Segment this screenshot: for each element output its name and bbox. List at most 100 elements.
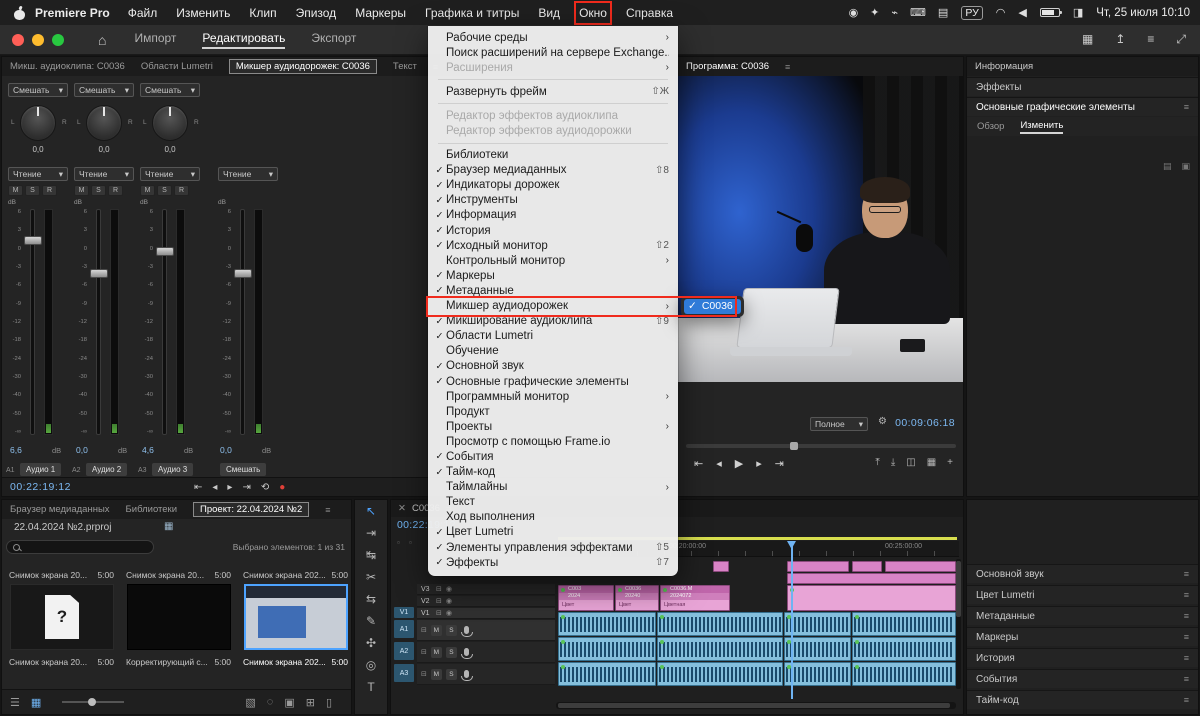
stacked-panel-tab[interactable]: История ≡	[967, 648, 1198, 667]
play-icon[interactable]: ▸	[227, 482, 232, 493]
thumbnail-zoom-slider[interactable]	[62, 698, 125, 706]
ripple-edit-tool-icon[interactable]: ↹	[355, 544, 387, 566]
menubar-item[interactable]: Маркеры	[355, 6, 406, 20]
window-menu-item[interactable]: Продукт	[428, 404, 678, 419]
mute-button[interactable]: M	[430, 624, 442, 636]
fader-handle[interactable]	[156, 247, 174, 256]
audio-track-header[interactable]: ⊟ M S	[417, 664, 555, 685]
video-clip[interactable]	[787, 585, 956, 611]
audio-clip[interactable]	[558, 612, 656, 636]
video-clip[interactable]: C003 2024 Цвет	[558, 585, 614, 611]
tab-info[interactable]: Информация	[975, 61, 1033, 72]
delete-icon[interactable]: ▯	[326, 696, 332, 709]
app-menu-title[interactable]: Premiere Pro	[35, 6, 110, 20]
close-icon[interactable]: ✕	[398, 503, 406, 514]
volume-icon[interactable]: ◀	[1018, 6, 1026, 19]
volume-fader[interactable]	[90, 209, 108, 435]
vertical-scrollbar[interactable]	[956, 559, 961, 689]
video-track-header[interactable]: V2 ⊟ ◉	[417, 596, 555, 607]
mute-button[interactable]: M	[430, 646, 442, 658]
zoom-window-button[interactable]	[52, 33, 64, 46]
audio-track-header[interactable]: ⊟ M S	[417, 642, 555, 663]
timeline-settings-icon[interactable]: ▫	[409, 538, 412, 547]
go-to-in-icon[interactable]: ⇤	[694, 457, 703, 470]
window-menu-item[interactable]: ✓ Основные графические элементы	[428, 374, 678, 389]
automation-mode-dropdown[interactable]: Чтение ▾	[218, 167, 278, 181]
menubar-item[interactable]: Справка	[626, 6, 673, 20]
stacked-panel-tab[interactable]: Метаданные ≡	[967, 606, 1198, 625]
icon-view-icon[interactable]: ▦	[31, 696, 41, 709]
window-menu-item[interactable]: ✓ Маркеры	[428, 268, 678, 283]
solo-button[interactable]: S	[445, 668, 457, 680]
screen-record-icon[interactable]: ◉	[849, 6, 859, 19]
video-clip[interactable]: C0036 20240 Цвет	[615, 585, 659, 611]
go-to-out-icon[interactable]: ⇥	[775, 457, 784, 470]
play-icon[interactable]: ▶	[735, 457, 743, 470]
source-patch-A2[interactable]: A2	[394, 642, 414, 660]
track-name-button[interactable]: Смешать	[220, 463, 267, 476]
track-name-button[interactable]: Аудио 1	[20, 463, 62, 476]
track-r-button[interactable]: R	[42, 185, 57, 196]
pan-mode-dropdown[interactable]: Смешать ▾	[74, 83, 134, 97]
video-track-header[interactable]: V3 ⊟ ◉	[417, 584, 555, 595]
subtab-edit[interactable]: Изменить	[1020, 120, 1064, 134]
menubar-item[interactable]: Клип	[249, 6, 276, 20]
slider-handle[interactable]	[88, 698, 97, 706]
audio-clip[interactable]	[784, 612, 851, 636]
panel-menu-icon[interactable]: ≡	[1184, 569, 1189, 579]
scrollbar-thumb[interactable]	[558, 703, 950, 708]
window-menu-item[interactable]: ✓ Основной звук	[428, 359, 678, 374]
volume-fader[interactable]	[234, 209, 252, 435]
window-menu-item[interactable]: Проекты ›	[428, 419, 678, 434]
export-frame-icon[interactable]: ◫	[906, 457, 915, 468]
window-menu-item[interactable]: ✓ Элементы управления эффектами ⇧5	[428, 540, 678, 555]
menu-bar-clock[interactable]: Чт, 25 июля 10:10	[1096, 7, 1190, 19]
video-clip[interactable]	[713, 561, 729, 572]
audio-clip[interactable]	[657, 612, 783, 636]
control-center-icon[interactable]: ◨	[1073, 6, 1083, 19]
audio-clip[interactable]	[784, 662, 851, 686]
comparison-view-icon[interactable]: ▦	[927, 457, 936, 468]
type-tool-icon[interactable]: T	[355, 676, 387, 698]
window-menu-item[interactable]: ✓ События	[428, 449, 678, 464]
fader-handle[interactable]	[234, 269, 252, 278]
window-menu-item[interactable]: ✓ Метаданные	[428, 283, 678, 298]
slip-tool-icon[interactable]: ⇆	[355, 588, 387, 610]
window-menu-item[interactable]: Редактор эффектов аудиодорожки	[428, 123, 678, 138]
video-clip[interactable]	[787, 573, 956, 584]
track-select-tool-icon[interactable]: ⇥	[355, 522, 387, 544]
solo-button[interactable]: S	[445, 646, 457, 658]
track-r-button[interactable]: R	[108, 185, 123, 196]
window-menu-item[interactable]: Текст	[428, 495, 678, 510]
audio-clip[interactable]	[852, 637, 956, 661]
tab-effects[interactable]: Эффекты	[967, 77, 1198, 96]
video-clip[interactable]: C0036.M 2024072 Цветная	[660, 585, 730, 611]
menubar-item[interactable]: Файл	[128, 6, 158, 20]
window-menu-item[interactable]: ✓ Исходный монитор ⇧2	[428, 238, 678, 253]
audio-track-header[interactable]: ⊟ M S	[417, 620, 555, 641]
video-clip[interactable]	[787, 561, 849, 572]
stacked-panel-tab[interactable]: Цвет Lumetri ≡	[967, 585, 1198, 604]
home-icon[interactable]: ⌂	[98, 32, 106, 48]
audio-clip[interactable]	[558, 662, 656, 686]
menubar-item[interactable]: Вид	[538, 6, 560, 20]
window-menu-item[interactable]: Ход выполнения	[428, 510, 678, 525]
sync-lock-icon[interactable]: ⊟	[421, 670, 427, 678]
project-search-box[interactable]	[6, 540, 154, 554]
window-menu-item[interactable]: ✓ Индикаторы дорожек	[428, 178, 678, 193]
record-icon[interactable]: ●	[279, 482, 285, 493]
track-output-icon[interactable]: ◉	[446, 597, 452, 605]
window-menu-item[interactable]: Рабочие среды ›	[428, 30, 678, 45]
window-menu-item[interactable]: ✓ Инструменты	[428, 193, 678, 208]
tab-essential-graphics[interactable]: Основные графические элементы ≡	[967, 97, 1198, 116]
mic-record-icon[interactable]	[461, 626, 474, 637]
track-m-button[interactable]: M	[8, 185, 23, 196]
volume-fader[interactable]	[156, 209, 174, 435]
list-view-icon[interactable]: ☰	[10, 696, 20, 709]
new-bin-icon[interactable]: ▣	[284, 696, 294, 709]
new-layer-icon[interactable]: ▣	[1181, 161, 1190, 172]
stacked-panel-tab[interactable]: События ≡	[967, 669, 1198, 688]
sync-lock-icon[interactable]: ⊟	[421, 648, 427, 656]
mic-record-icon[interactable]	[461, 648, 474, 659]
hand-tool-icon[interactable]: ✣	[355, 632, 387, 654]
